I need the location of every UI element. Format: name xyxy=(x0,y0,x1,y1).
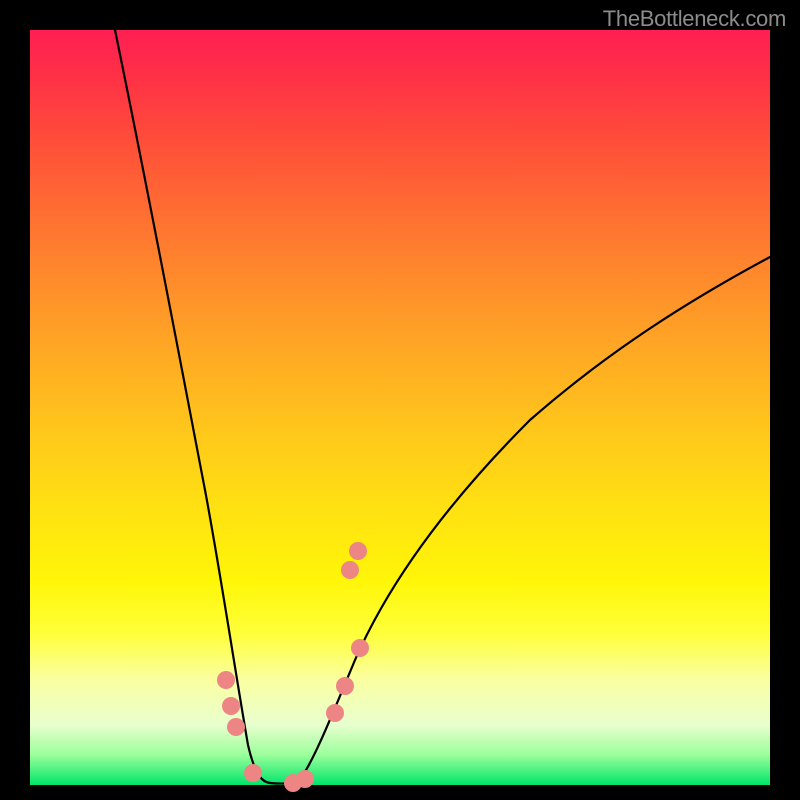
curve-right-branch xyxy=(298,257,770,782)
chart-frame: TheBottleneck.com xyxy=(0,0,800,800)
watermark-text: TheBottleneck.com xyxy=(603,6,786,32)
plot-area xyxy=(30,30,770,785)
curve-left-branch xyxy=(115,30,270,783)
curve-layer xyxy=(30,30,770,785)
